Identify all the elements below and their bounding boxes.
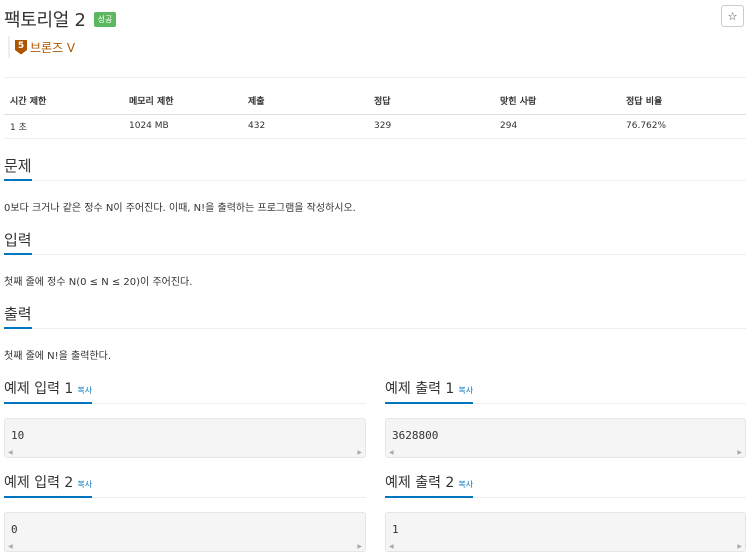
input-section: 입력 첫째 줄에 정수 N(0 ≤ N ≤ 20)이 주어진다. bbox=[4, 229, 746, 288]
header-memory-limit: 메모리 제한 bbox=[123, 88, 242, 115]
ratio-value: 76.762% bbox=[620, 114, 746, 139]
tier-indicator[interactable]: 5 브론즈 V bbox=[8, 36, 75, 58]
status-badge: 성공 bbox=[93, 11, 117, 27]
star-icon: ☆ bbox=[727, 10, 738, 23]
scroll-right-icon[interactable]: ▶ bbox=[357, 543, 362, 550]
sample-input-1-code: 10 bbox=[11, 429, 25, 442]
problem-title: 팩토리얼 2 bbox=[4, 10, 86, 31]
table-header-row: 시간 제한 메모리 제한 제출 정답 맞힌 사람 정답 비율 bbox=[4, 88, 746, 115]
input-description: 첫째 줄에 정수 N(0 ≤ N ≤ 20)이 주어진다. bbox=[4, 277, 193, 288]
copy-button[interactable]: 복사 bbox=[458, 386, 473, 395]
sample-output-1: 예제 출력 1 복사 3628800 ◀ ▶ bbox=[385, 378, 746, 458]
problem-section: 문제 0보다 크거나 같은 정수 N이 주어진다. 이때, N!을 출력하는 프… bbox=[4, 155, 746, 214]
scroll-right-icon[interactable]: ▶ bbox=[357, 449, 362, 456]
sample-output-1-heading: 예제 출력 1 bbox=[385, 381, 455, 397]
sample-input-2-box[interactable]: 0 ◀ ▶ bbox=[4, 512, 366, 552]
sample-output-2-code: 1 bbox=[392, 523, 399, 536]
problem-info-table: 시간 제한 메모리 제한 제출 정답 맞힌 사람 정답 비율 1 초 1024 … bbox=[4, 88, 746, 139]
accepted-value: 329 bbox=[368, 114, 494, 139]
tier-bronze-icon: 5 bbox=[15, 39, 27, 55]
sample-input-1: 예제 입력 1 복사 10 ◀ ▶ bbox=[4, 378, 366, 458]
scroll-left-icon[interactable]: ◀ bbox=[389, 449, 394, 456]
sample-output-2: 예제 출력 2 복사 1 ◀ ▶ bbox=[385, 472, 746, 552]
memory-limit-value: 1024 MB bbox=[123, 114, 242, 139]
header-ratio: 정답 비율 bbox=[620, 88, 746, 115]
submissions-value: 432 bbox=[242, 114, 368, 139]
time-limit-value: 1 초 bbox=[4, 114, 123, 139]
divider bbox=[4, 77, 746, 78]
scroll-left-icon[interactable]: ◀ bbox=[8, 543, 13, 550]
output-heading: 출력 bbox=[4, 303, 32, 329]
copy-button[interactable]: 복사 bbox=[77, 386, 92, 395]
header-solvers: 맞힌 사람 bbox=[494, 88, 620, 115]
output-section: 출력 첫째 줄에 N!을 출력한다. bbox=[4, 303, 746, 362]
table-row: 1 초 1024 MB 432 329 294 76.762% bbox=[4, 114, 746, 139]
sample-input-1-box[interactable]: 10 ◀ ▶ bbox=[4, 418, 366, 458]
solvers-value: 294 bbox=[494, 114, 620, 139]
sample-input-2-heading: 예제 입력 2 bbox=[4, 475, 74, 491]
scroll-right-icon[interactable]: ▶ bbox=[737, 543, 742, 550]
sample-output-1-box[interactable]: 3628800 ◀ ▶ bbox=[385, 418, 746, 458]
sample-input-2: 예제 입력 2 복사 0 ◀ ▶ bbox=[4, 472, 366, 552]
header-time-limit: 시간 제한 bbox=[4, 88, 123, 115]
scroll-right-icon[interactable]: ▶ bbox=[737, 449, 742, 456]
sample-output-1-code: 3628800 bbox=[392, 429, 439, 442]
copy-button[interactable]: 복사 bbox=[458, 480, 473, 489]
problem-heading: 문제 bbox=[4, 155, 32, 181]
tier-label: 브론즈 V bbox=[30, 40, 76, 55]
input-heading: 입력 bbox=[4, 229, 32, 255]
header-submissions: 제출 bbox=[242, 88, 368, 115]
header-accepted: 정답 bbox=[368, 88, 494, 115]
copy-button[interactable]: 복사 bbox=[77, 480, 92, 489]
output-description: 첫째 줄에 N!을 출력한다. bbox=[4, 351, 112, 362]
sample-output-2-box[interactable]: 1 ◀ ▶ bbox=[385, 512, 746, 552]
sample-output-2-heading: 예제 출력 2 bbox=[385, 475, 455, 491]
scroll-left-icon[interactable]: ◀ bbox=[8, 449, 13, 456]
sample-input-1-heading: 예제 입력 1 bbox=[4, 381, 74, 397]
problem-header: 팩토리얼 2 성공 bbox=[4, 6, 117, 32]
star-button[interactable]: ☆ bbox=[721, 5, 744, 27]
sample-input-2-code: 0 bbox=[11, 523, 18, 536]
scroll-left-icon[interactable]: ◀ bbox=[389, 543, 394, 550]
problem-description: 0보다 크거나 같은 정수 N이 주어진다. 이때, N!을 출력하는 프로그램… bbox=[4, 203, 356, 214]
